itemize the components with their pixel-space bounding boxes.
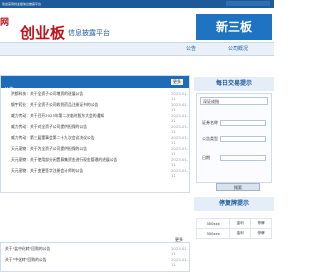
news-title[interactable]: 威力传动：第三届董事会第二十九次会议决议公告 (11, 135, 95, 141)
topbar-search[interactable] (226, 1, 270, 6)
nav-bar: 公告 公司概况 (0, 42, 274, 56)
welcome-text: 欢迎来到创业板信息披露平台 (2, 2, 42, 6)
news-date: 2023-01-11 (171, 257, 189, 267)
news-title[interactable]: 关于"中化转"回购的公告 (5, 257, 46, 263)
stock-name-input[interactable] (220, 120, 266, 126)
table-row[interactable]: 300xxx 金利 停牌 (195, 218, 272, 229)
news-title[interactable]: 关于"盐中化转"回购的公告 (5, 246, 50, 252)
list-item[interactable]: 威力传动：第三届董事会第二十九次会议决议公告 2023-01-11 (1, 132, 189, 145)
list-item[interactable]: 威力传动：关于召开2023年第二次临时股东大会的通知 2023-01-11 (1, 110, 189, 123)
rehab-title: 停复牌提示 (194, 197, 274, 211)
announcement-type-input[interactable] (220, 136, 266, 142)
list-item[interactable]: 天元宠物：关于变更签字注册会计师的公告 2023-01-11 (1, 165, 189, 178)
list-item[interactable]: 威力传动：关于对全资子公司提供担保的公告 2023-01-11 (1, 121, 189, 134)
field-label: 公告类型 (202, 136, 218, 141)
announcement-header: 公告 更多 (1, 76, 189, 93)
news-date: 2023-01-11 (171, 168, 189, 178)
cell-code: 300xxx (195, 218, 231, 229)
news-title[interactable]: 天元宠物：关于为全资子公司提供担保的公告 (11, 146, 87, 152)
news-title[interactable]: 威力传动：关于对全资子公司提供担保的公告 (11, 124, 87, 130)
field-label: 证券名称 (202, 120, 218, 125)
notice-panel: 更多 关于"盐中化转"回购的公告 2023-01-11 关于"中化转"回购的公告 2… (0, 237, 190, 272)
list-item[interactable]: 关于"中化转"回购的公告 2023-01-11 (1, 254, 189, 267)
nav-item-company[interactable]: 公司概况 (228, 43, 248, 55)
cell-type: 停牌 (250, 218, 272, 229)
list-item[interactable]: 洪都科技：关于全资子公司增资的进展公告 2023-01-11 (1, 88, 189, 101)
logo-subtitle: 信息披露平台 (68, 29, 110, 37)
banner[interactable]: 新三板 (196, 14, 272, 40)
list-item[interactable]: 关于"盐中化转"回购的公告 2023-01-11 (1, 243, 189, 256)
cell-name: 金利 (229, 228, 252, 239)
list-item[interactable]: 天元宠物：关于使用部分闲置募集资金进行现金管理的进展公告 2023-01-11 (1, 154, 189, 167)
nav-item-announcements[interactable]: 公告 (186, 43, 196, 55)
news-title[interactable]: 钢宇药业：关于全资子公司收到药品注册证书的公告 (11, 102, 98, 108)
list-item[interactable]: 天元宠物：关于为全资子公司提供担保的公告 2023-01-11 (1, 143, 189, 156)
news-title[interactable]: 威力传动：关于召开2023年第二次临时股东大会的通知 (11, 113, 104, 119)
field-label: 日期 (202, 155, 210, 160)
announcement-panel: 公告 更多 洪都科技：关于全资子公司增资的进展公告 2023-01-11 钢宇药业… (0, 75, 190, 193)
news-title[interactable]: 天元宠物：关于变更签字注册会计师的公告 (11, 168, 83, 174)
more-button[interactable]: 更多 (171, 79, 183, 85)
index-select[interactable]: 深证成指 (200, 97, 268, 105)
table-row[interactable]: 300xxx 金利 停牌 (195, 228, 272, 239)
logo-net: 网 (0, 18, 10, 28)
news-title[interactable]: 洪都科技：关于全资子公司增资的进展公告 (11, 91, 83, 97)
news-title[interactable]: 天元宠物：关于使用部分闲置募集资金进行现金管理的进展公告 (11, 157, 117, 163)
date-input[interactable] (220, 155, 266, 161)
cell-type: 停牌 (250, 228, 272, 239)
daily-title: 每日交易提示 (194, 77, 274, 91)
rehab-table: 300xxx 金利 停牌 300xxx 金利 停牌 (195, 218, 272, 239)
cell-name: 金利 (229, 218, 252, 229)
logo[interactable]: 创业板 (20, 22, 65, 43)
search-button[interactable]: 搜索 (216, 183, 260, 191)
top-bar: 欢迎来到创业板信息披露平台 (0, 0, 274, 8)
cell-code: 300xxx (195, 228, 231, 239)
list-item[interactable]: 钢宇药业：关于全资子公司收到药品注册证书的公告 2023-01-11 (1, 99, 189, 112)
